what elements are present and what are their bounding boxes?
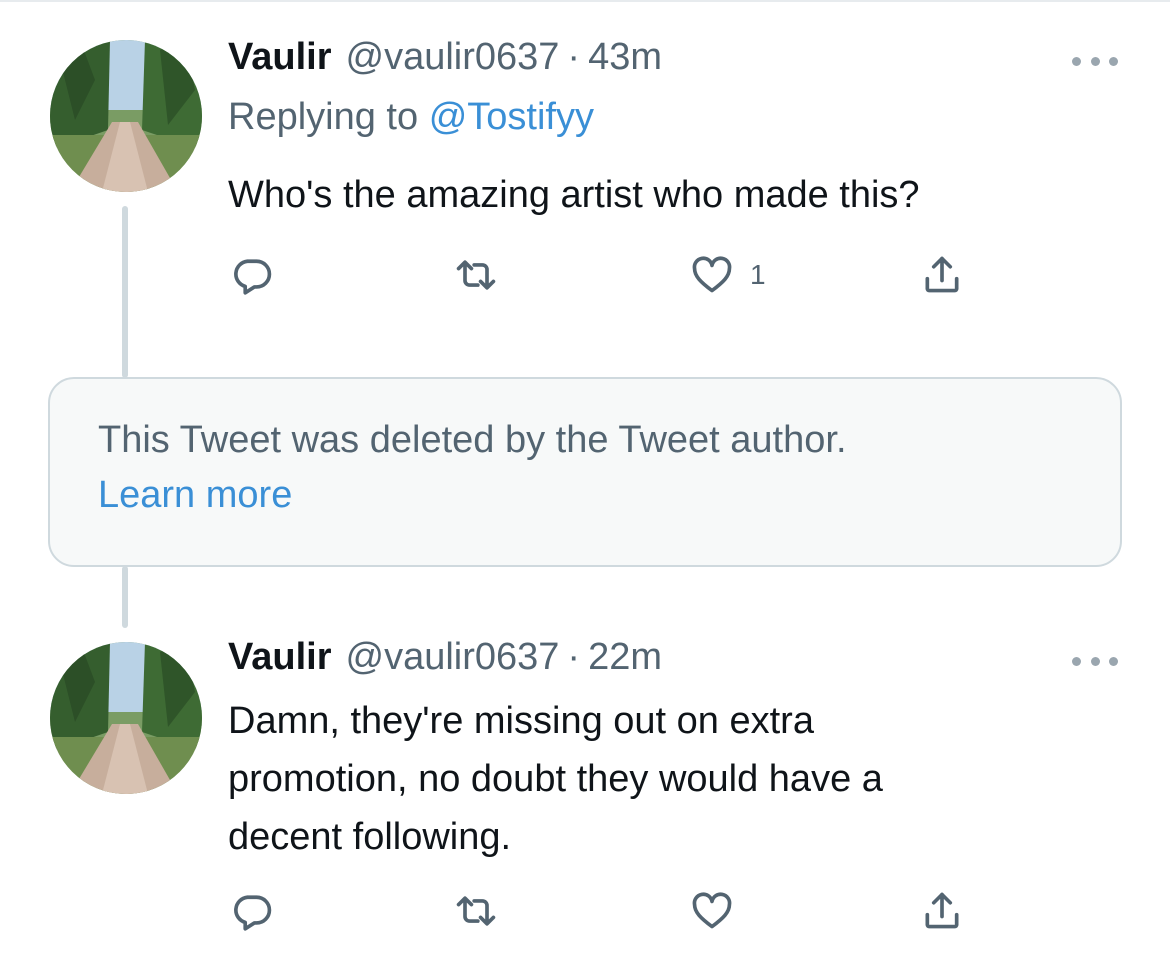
share-button[interactable] <box>920 886 964 936</box>
learn-more-link[interactable]: Learn more <box>98 474 292 517</box>
tweet-text-line: decent following. <box>228 816 512 858</box>
tweet-text: Who's the amazing artist who made this? <box>228 174 920 216</box>
reply-button[interactable] <box>230 250 274 300</box>
display-name[interactable]: Vaulir <box>228 636 332 679</box>
heart-icon <box>692 892 732 929</box>
replying-to: Replying to @Tostifyy <box>228 96 594 139</box>
forest-road-avatar <box>50 40 202 192</box>
tweet-actions <box>228 886 978 936</box>
tweet-text: Damn, they're missing out on extra promo… <box>228 692 883 866</box>
display-name[interactable]: Vaulir <box>228 36 332 79</box>
deleted-tweet-notice: This Tweet was deleted by the Tweet auth… <box>48 377 1122 567</box>
more-options-icon[interactable] <box>1072 54 1118 68</box>
tweet-text-line: promotion, no doubt they would have a <box>228 758 883 800</box>
tweet-header: Vaulir @vaulir0637 · 22m <box>228 636 662 686</box>
timestamp[interactable]: 43m <box>588 36 662 79</box>
deleted-tweet-message: This Tweet was deleted by the Tweet auth… <box>98 419 847 461</box>
like-count: 1 <box>750 259 766 290</box>
separator-dot: · <box>567 36 581 78</box>
reply-button[interactable] <box>230 886 274 936</box>
heart-icon <box>692 256 732 293</box>
tweet-text-line: Damn, they're missing out on extra <box>228 700 814 742</box>
top-divider <box>0 0 1170 2</box>
tweet-actions: 1 <box>228 250 978 300</box>
retweet-icon <box>456 896 496 926</box>
thread-line <box>122 206 128 378</box>
replying-to-mention[interactable]: @Tostifyy <box>429 96 594 138</box>
user-handle[interactable]: @vaulir0637 <box>346 636 560 679</box>
separator-dot: · <box>567 636 581 678</box>
retweet-button[interactable] <box>454 250 498 300</box>
avatar[interactable] <box>50 40 202 192</box>
retweet-button[interactable] <box>454 886 498 936</box>
share-icon <box>925 892 959 929</box>
retweet-icon <box>456 260 496 290</box>
more-options-icon[interactable] <box>1072 654 1118 668</box>
share-button[interactable] <box>920 250 964 300</box>
like-button[interactable] <box>690 886 734 936</box>
user-handle[interactable]: @vaulir0637 <box>346 36 560 79</box>
reply-icon <box>234 895 272 931</box>
forest-road-avatar <box>50 642 202 794</box>
replying-prefix: Replying to <box>228 96 419 138</box>
like-button[interactable]: 1 <box>690 250 766 300</box>
reply-icon <box>234 259 272 295</box>
timestamp[interactable]: 22m <box>588 636 662 679</box>
avatar[interactable] <box>50 642 202 794</box>
thread-line <box>122 566 128 628</box>
tweet-header: Vaulir @vaulir0637 · 43m <box>228 36 662 86</box>
share-icon <box>925 256 959 293</box>
